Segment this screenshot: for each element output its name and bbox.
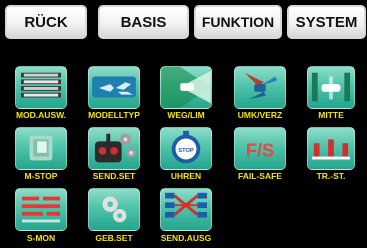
gears-icon[interactable]	[88, 188, 140, 231]
model-select-icon[interactable]	[15, 66, 67, 109]
base-menu-screen: RÜCK BASIS FUNKTION SYSTEM MOD.AUSW. MOD…	[0, 0, 367, 248]
menu-label-send-set: SEND.SET	[92, 171, 136, 181]
tab-back[interactable]: RÜCK	[5, 5, 87, 39]
menu-label-mitte: MITTE	[318, 110, 344, 120]
tab-bar: RÜCK BASIS FUNKTION SYSTEM	[0, 0, 367, 44]
menu-label-weg-lim: WEG/LIM	[167, 110, 205, 120]
servo-center-icon[interactable]	[307, 66, 355, 109]
tab-basis[interactable]: BASIS	[98, 5, 189, 39]
channel-mapping-icon[interactable]	[160, 188, 212, 231]
servo-travel-icon[interactable]	[160, 66, 212, 109]
stopwatch-text: STOP	[178, 148, 194, 154]
motor-stop-icon[interactable]	[15, 127, 67, 170]
trim-step-icon[interactable]	[307, 127, 355, 170]
menu-label-mod-ausw: MOD.AUSW.	[15, 110, 67, 120]
menu-label-send-ausg: SEND.AUSG	[160, 233, 212, 243]
menu-label-fail-safe: FAIL-SAFE	[238, 171, 282, 181]
failsafe-text: F/S	[246, 141, 274, 161]
menu-label-m-stop: M-STOP	[24, 171, 58, 181]
menu-label-modelltyp: MODELLTYP	[88, 110, 140, 120]
menu-label-geb-set: GEB.SET	[95, 233, 133, 243]
failsafe-icon[interactable]: F/S	[234, 127, 286, 170]
tab-system[interactable]: SYSTEM	[287, 5, 366, 39]
transmitter-icon[interactable]	[88, 127, 140, 170]
servo-reverse-icon[interactable]	[234, 66, 286, 109]
menu-label-umk-verz: UMK/VERZ	[237, 110, 283, 120]
menu-label-tr-st: TR.-ST.	[316, 171, 346, 181]
menu-label-uhren: UHREN	[170, 171, 202, 181]
airplane-icon[interactable]	[88, 66, 140, 109]
stopwatch-icon[interactable]: STOP	[160, 127, 212, 170]
servo-monitor-icon[interactable]	[15, 188, 67, 231]
menu-label-s-mon: S-MON	[26, 233, 56, 243]
tab-funktion[interactable]: FUNKTION	[194, 5, 282, 39]
